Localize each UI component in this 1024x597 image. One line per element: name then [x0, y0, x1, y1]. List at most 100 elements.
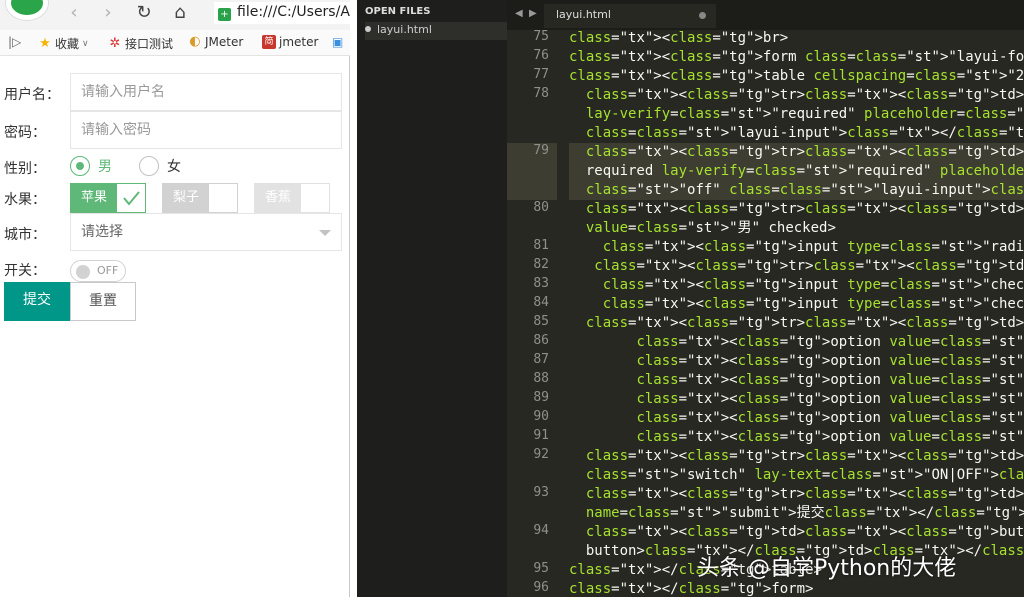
tab-scroll-right-icon[interactable]: ▶: [529, 8, 537, 19]
bookmark-jianshu-icon: 简: [262, 35, 276, 49]
radio-male[interactable]: 男: [70, 156, 112, 176]
checkbox-disabled-icon: [301, 184, 330, 212]
line-number-gutter: 75 76 77 78 79 80 81 82 83 84 85 86 87 88 89 90 91 92 93 94…: [507, 29, 557, 597]
code-area[interactable]: class="tx"><class="tg">br> class="tx"><cl…: [569, 29, 1024, 597]
bookmark-favorites[interactable]: ★ 收藏 ∨: [38, 35, 88, 52]
submit-button[interactable]: 提交: [4, 282, 70, 321]
tab-scroll-left-icon[interactable]: ◀: [515, 8, 523, 19]
open-file-item[interactable]: layui.html: [365, 22, 507, 40]
radio-checked-icon: [70, 156, 90, 176]
line-number: 88: [533, 371, 549, 386]
line-number: 81: [533, 238, 549, 253]
open-files-sidebar: OPEN FILES layui.html: [357, 0, 507, 597]
back-icon[interactable]: ‹: [64, 4, 84, 24]
code-line: class="tx"><class="tg">table cellspacing…: [569, 68, 1024, 84]
checkbox-pear[interactable]: 梨子: [162, 183, 239, 213]
code-line: class="tx"><class="tg">tr>class="tx"><cl…: [585, 448, 1024, 464]
bookmark-api-icon: ✲: [109, 35, 121, 51]
password-input[interactable]: 请输入密码: [70, 111, 342, 149]
browser-window: ‹ › ↻ ⌂ + file:///C:/Users/A |▷ ★ 收藏 ∨ ✲ 接口测…: [0, 0, 354, 597]
checkbox-empty-icon: [209, 184, 238, 212]
line-number: 84: [533, 295, 549, 310]
bookmark-api-test[interactable]: ✲ 接口测试: [108, 35, 173, 52]
reload-icon[interactable]: ↻: [134, 4, 154, 24]
line-number: 85: [533, 314, 549, 329]
code-line: name=class="st">"submit">提交class="tx"></…: [585, 505, 1024, 521]
code-line: class="tx"><class="tg">form class=class=…: [569, 49, 1024, 65]
checkbox-pear-label: 梨子: [163, 184, 210, 212]
address-bar[interactable]: + file:///C:/Users/A: [214, 2, 354, 24]
code-line: class="tx"><class="tg">option value=clas…: [636, 334, 1024, 350]
username-input[interactable]: 请输入用户名: [70, 73, 342, 111]
radio-unchecked-icon: [139, 156, 159, 176]
switch-text: OFF: [97, 264, 119, 277]
bookmark-jmeter-icon: ◐: [189, 34, 201, 49]
code-line: class="tx"><class="tg">option value=clas…: [636, 391, 1024, 407]
code-line: lay-verify=class="st">"required" placeho…: [585, 106, 1024, 122]
code-line: class="tx"><class="tg">tr>class="tx"><cl…: [585, 201, 1024, 217]
tab-layui-html[interactable]: layui.html: [544, 4, 716, 28]
code-line: class="tx"><class="tg">br>: [569, 30, 789, 46]
line-number: 89: [533, 390, 549, 405]
line-number: 92: [533, 447, 549, 462]
username-label: 用户名：: [4, 87, 60, 103]
forward-icon[interactable]: ›: [98, 4, 118, 24]
switch-label: 开关：: [4, 263, 46, 279]
line-number: 94: [533, 523, 549, 538]
toggle-switch[interactable]: OFF: [70, 260, 126, 282]
bookmark-bilibili-icon[interactable]: ▣: [332, 35, 343, 49]
line-number: 76: [533, 48, 549, 63]
dropdown-arrow-icon: [319, 230, 331, 236]
checkbox-apple[interactable]: 苹果: [70, 183, 147, 213]
radio-female-label: 女: [167, 159, 181, 175]
address-text: file:///C:/Users/A: [237, 4, 350, 20]
city-select[interactable]: 请选择: [70, 213, 342, 251]
bookmark-label: 接口测试: [125, 37, 174, 51]
line-number: 90: [533, 409, 549, 424]
code-line: class="tx"><class="tg">input type=class=…: [602, 239, 1024, 255]
bookmark-jmeter[interactable]: ◐ JMeter: [188, 34, 244, 50]
code-line: class="tx"><class="tg">tr>class="tx"><cl…: [585, 87, 1024, 103]
open-file-label: layui.html: [377, 23, 432, 36]
bookmark-label: 收藏: [55, 37, 80, 51]
reset-button[interactable]: 重置: [70, 282, 136, 321]
line-number: 96: [533, 580, 549, 595]
secure-page-icon: +: [218, 8, 231, 21]
fruit-label: 水果：: [4, 192, 46, 208]
code-line: class="tx"><class="tg">tr>class="tx"><cl…: [585, 486, 1024, 502]
code-line: class="tx"><class="tg">td>class="tx"><cl…: [585, 524, 1024, 540]
code-line: class="tx"><class="tg">option value=clas…: [636, 429, 1024, 445]
line-number: 86: [533, 333, 549, 348]
checkbox-banana-disabled: 香蕉: [254, 183, 331, 213]
bookmark-jmeter-2[interactable]: 简 jmeter: [262, 35, 318, 49]
bookmarks-bar: |▷ ★ 收藏 ∨ ✲ 接口测试 ◐ JMeter 简 jmeter ▣: [0, 30, 350, 56]
code-line: required lay-verify=class="st">"required…: [569, 163, 1024, 179]
line-number: 91: [533, 428, 549, 443]
watermark: 头条 @自学Python的大佬: [697, 556, 957, 581]
line-number: 87: [533, 352, 549, 367]
code-line: class="tx"><class="tg">tr>class="tx"><cl…: [594, 258, 1024, 274]
code-line: class="st">"off" class=class="st">"layui…: [585, 182, 1024, 198]
code-line: class="st">"switch" lay-text=class="st">…: [585, 467, 1024, 483]
city-select-value: 请选择: [81, 224, 123, 240]
code-line: class=class="st">"layui-input">class="tx…: [585, 125, 1024, 141]
code-line: class="tx"><class="tg">tr>class="tx"><cl…: [585, 144, 1024, 160]
open-files-header: OPEN FILES: [365, 6, 431, 17]
city-label: 城市：: [4, 227, 46, 243]
checkmark-icon: [117, 184, 146, 212]
line-number: 80: [533, 200, 549, 215]
tab-modified-icon[interactable]: [699, 12, 706, 19]
line-number: 75: [533, 29, 549, 44]
line-number: 95: [533, 561, 549, 576]
tab-title: layui.html: [556, 8, 611, 21]
browser-toolbar: ‹ › ↻ ⌂ + file:///C:/Users/A: [0, 0, 354, 30]
bookmark-label: JMeter: [205, 35, 244, 49]
sublime-editor: OPEN FILES layui.html ◀ ▶ layui.html 75 7…: [357, 0, 1024, 597]
sidebar-toggle-icon[interactable]: |▷: [8, 35, 21, 49]
home-icon[interactable]: ⌂: [170, 4, 190, 24]
line-number: 79: [533, 143, 549, 158]
checkbox-banana-label: 香蕉: [255, 184, 302, 212]
radio-female[interactable]: 女: [139, 156, 181, 176]
browser-logo-icon: [6, 0, 48, 20]
line-number: 77: [533, 67, 549, 82]
